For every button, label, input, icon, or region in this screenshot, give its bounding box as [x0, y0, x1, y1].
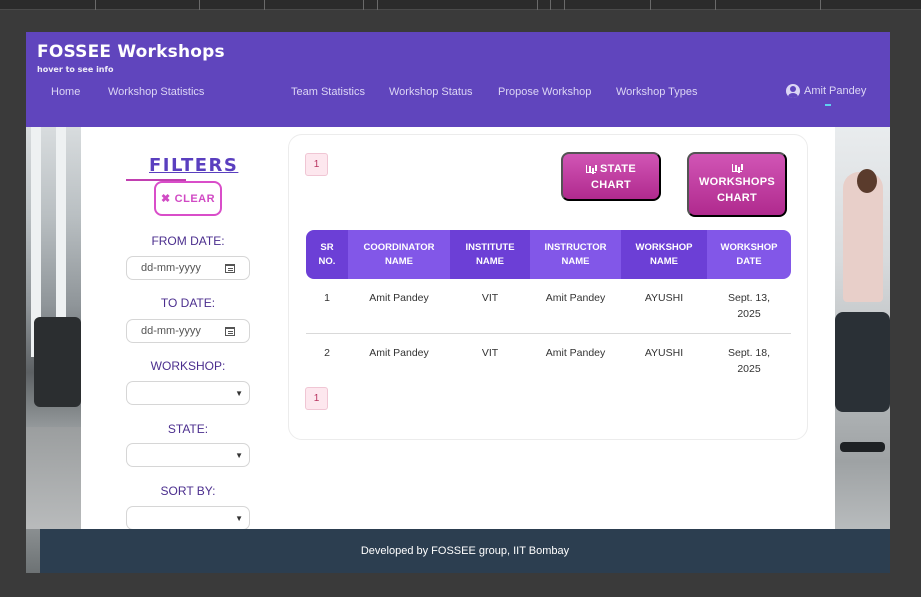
table-row: 2 Amit Pandey VIT Amit Pandey AYUSHI Sep…: [306, 333, 791, 387]
workshops-card: 1 STATE CHART WORKSHOPS CHART SR NO. COOR…: [288, 134, 808, 440]
from-date-label: FROM DATE:: [151, 234, 225, 248]
navbar: FOSSEE Workshops hover to see info Home …: [26, 32, 890, 127]
user-circle-icon: [786, 84, 800, 98]
date-line: Sept. 18,: [727, 346, 771, 359]
user-menu[interactable]: Amit Pandey: [786, 84, 866, 98]
calendar-icon[interactable]: [225, 327, 235, 336]
pagination-bottom[interactable]: 1: [305, 387, 328, 410]
workshops-chart-line1: WORKSHOPS: [698, 175, 776, 188]
browser-tab-strip: [0, 0, 921, 10]
cell-workshop: AYUSHI: [621, 279, 707, 334]
header-text: SR: [320, 241, 334, 253]
cell-instructor: Amit Pandey: [545, 346, 606, 359]
cell-instructor: Amit Pandey: [530, 279, 621, 334]
filters-panel: FILTERS ✖ CLEAR FROM DATE: dd-mm-yyyy TO…: [81, 127, 261, 573]
cell-coordinator: Amit Pandey: [369, 346, 429, 359]
clear-filters-button[interactable]: ✖ CLEAR: [154, 181, 222, 216]
state-chart-line2: CHART: [591, 178, 631, 191]
nav-workshop-types[interactable]: Workshop Types: [616, 86, 698, 98]
workshops-chart-button[interactable]: WORKSHOPS CHART: [687, 152, 787, 217]
workshops-chart-line2: CHART: [717, 191, 757, 204]
clear-label: CLEAR: [174, 192, 216, 205]
chevron-down-icon: ▼: [235, 389, 243, 398]
workshops-table: SR NO. COORDINATOR NAME INSTITUTE NAME INST…: [306, 230, 791, 387]
app-window: FOSSEE Workshops hover to see info Home …: [26, 32, 890, 573]
from-date-placeholder: dd-mm-yyyy: [141, 262, 201, 274]
header-text: WORKSHOP: [720, 241, 778, 253]
nav-workshop-status[interactable]: Workshop Status: [389, 86, 473, 98]
nav-team-statistics[interactable]: Team Statistics: [291, 86, 365, 98]
filters-title: FILTERS: [149, 155, 239, 176]
nav-workshop-statistics[interactable]: Workshop Statistics: [108, 86, 204, 98]
to-date-placeholder: dd-mm-yyyy: [141, 325, 201, 337]
sort-by-label: SORT BY:: [160, 484, 216, 498]
sort-by-select[interactable]: ▼: [126, 506, 250, 530]
header-workshop-name: WORKSHOP NAME: [621, 230, 707, 279]
header-sr-no: SR NO.: [306, 230, 348, 279]
table-row: 1 Amit Pandey VIT Amit Pandey AYUSHI Sep…: [306, 279, 791, 334]
cell-workshop: AYUSHI: [644, 346, 684, 359]
header-text: NAME: [476, 255, 504, 267]
state-label: STATE:: [167, 422, 209, 436]
nav-propose-workshop[interactable]: Propose Workshop: [498, 86, 591, 98]
date-line: 2025: [737, 308, 761, 320]
header-text: NO.: [318, 255, 336, 267]
chevron-down-icon: ▼: [235, 514, 243, 523]
header-text: COORDINATOR: [363, 241, 435, 253]
background-photo-footer: [26, 529, 40, 573]
state-chart-line1-wrap: STATE: [586, 161, 636, 177]
workshop-select[interactable]: ▼: [126, 381, 250, 405]
chevron-down-icon: ▼: [235, 451, 243, 460]
pagination-top[interactable]: 1: [305, 153, 328, 176]
header-text: INSTITUTE: [465, 241, 515, 253]
bar-chart-icon: [586, 164, 597, 173]
user-name: Amit Pandey: [804, 85, 867, 97]
cell-sr: 2: [324, 346, 330, 359]
date-line: Sept. 13,: [727, 292, 771, 304]
table-header-row: SR NO. COORDINATOR NAME INSTITUTE NAME INST…: [306, 230, 791, 279]
brand-subtitle: hover to see info: [37, 65, 114, 74]
user-menu-indicator: [825, 104, 831, 106]
header-coordinator-name: COORDINATOR NAME: [348, 230, 450, 279]
header-text: DATE: [736, 255, 762, 267]
header-text: NAME: [650, 255, 678, 267]
cell-date: Sept. 13, 2025: [707, 279, 791, 334]
cell-sr: 1: [306, 279, 348, 334]
from-date-input[interactable]: dd-mm-yyyy: [126, 256, 250, 280]
header-text: INSTRUCTOR: [544, 241, 607, 253]
to-date-label: TO DATE:: [160, 296, 216, 310]
calendar-icon[interactable]: [225, 264, 235, 273]
state-select[interactable]: ▼: [126, 443, 250, 467]
cell-institute: VIT: [450, 279, 530, 334]
state-chart-line1: STATE: [600, 162, 636, 175]
date-line: 2025: [737, 362, 761, 375]
state-chart-button[interactable]: STATE CHART: [561, 152, 661, 201]
background-photo-left: [26, 127, 81, 573]
header-text: WORKSHOP: [635, 241, 693, 253]
footer-text: Developed by FOSSEE group, IIT Bombay: [360, 545, 570, 557]
header-institute-name: INSTITUTE NAME: [450, 230, 530, 279]
footer: Developed by FOSSEE group, IIT Bombay: [40, 529, 890, 573]
header-text: NAME: [561, 255, 590, 267]
header-instructor-name: INSTRUCTOR NAME: [530, 230, 621, 279]
header-text: NAME: [385, 255, 413, 267]
header-workshop-date: WORKSHOP DATE: [707, 230, 791, 279]
workshop-label: WORKSHOP:: [150, 359, 226, 373]
cell-institute: VIT: [481, 346, 499, 359]
close-icon: ✖: [160, 193, 171, 205]
brand-title[interactable]: FOSSEE Workshops: [37, 42, 225, 62]
bar-chart-icon: [732, 163, 742, 172]
nav-home[interactable]: Home: [51, 86, 80, 98]
to-date-input[interactable]: dd-mm-yyyy: [126, 319, 250, 343]
cell-coordinator: Amit Pandey: [348, 279, 450, 334]
cell-date: Sept. 18, 2025: [707, 333, 791, 387]
background-photo-right: [835, 127, 890, 573]
